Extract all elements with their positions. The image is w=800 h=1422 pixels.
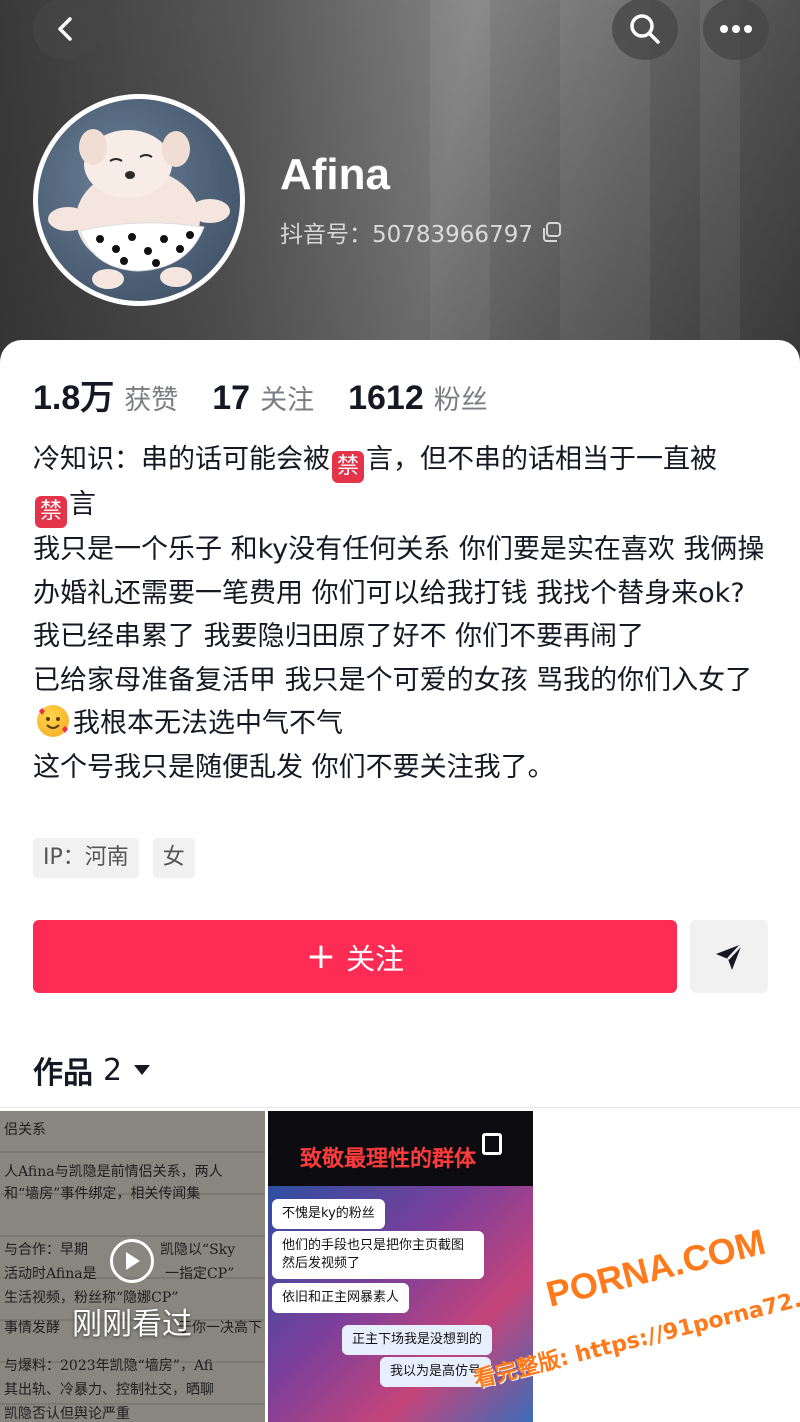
more-dots-icon [720,25,752,33]
send-icon [716,942,743,970]
puppy-illustration [48,129,230,289]
profile-header: Afina 抖音号：50783966797 [0,0,800,372]
works-count: 2 [103,1052,123,1088]
bio-text: 言 [69,489,96,520]
document-text: 事情发酵 [4,1320,60,1336]
works-label: 作品 [33,1056,93,1091]
follow-button[interactable]: + 关注 [33,920,677,993]
document-text: 与合作：早期 [4,1242,88,1258]
ban-emoji-icon: 禁 [332,451,364,483]
bio-text: 已给家母准备复活甲 我只是个可爱的女孩 骂我的你们入女了 [33,664,753,696]
document-text: 其出轨、冷暴力、控制社交，晒聊 [4,1382,214,1398]
video-title: 致敬最理性的群体 [300,1147,477,1172]
bio-text: 我根本无法选中气不气 [73,708,343,739]
bio: 冷知识：串的话可能会被禁言，但不串的话相当于一直被禁言 我只是一个乐子 和ky没… [33,438,773,789]
video-thumbnail[interactable]: 致敬最理性的群体 不愧是ky的粉丝 他们的手段也只是把你主页截图然后发视频了 依… [268,1111,533,1422]
avatar-image [38,99,240,301]
search-icon [630,14,660,44]
document-text: 一指定CP” [165,1266,235,1282]
avatar[interactable] [33,94,245,306]
watermark-main: PORNA.COM [542,1220,770,1315]
play-icon [110,1239,154,1283]
chat-bubble: 正主下场我是没想到的 [342,1325,493,1355]
bio-line: 冷知识：串的话可能会被禁言，但不串的话相当于一直被禁言 [33,438,773,528]
gender-tag: 女 [152,838,195,878]
recently-watched-label: 刚刚看过 [72,1307,192,1342]
chat-bubble: 依旧和正主网暴素人 [272,1283,410,1313]
document-text: 活动时Afina是 [4,1266,97,1282]
chat-bubble: 不愧是ky的粉丝 [272,1199,385,1229]
bio-text: 言，但不串的话相当于一直被 [366,444,717,475]
bio-line: 我已经串累了 我要隐归田原了好不 你们不要再闹了 [33,621,645,652]
document-text: 侣关系 [4,1122,46,1138]
douyin-id: 抖音号：50783966797 [280,222,533,248]
chat-bubble: 他们的手段也只是把你主页截图然后发视频了 [272,1231,484,1279]
following-label[interactable]: 关注 [260,378,314,417]
plus-icon: + [305,935,337,977]
back-button[interactable] [33,0,99,60]
tags-row: IP：河南 女 [33,838,195,878]
document-text: 凯隐以“Sky [160,1242,236,1258]
douyin-id-row[interactable]: 抖音号：50783966797 [280,215,563,249]
document-text: 和“墙房”事件绑定，相关传闻集 [4,1186,201,1202]
bio-text: 冷知识：串的话可能会被 [33,444,330,475]
more-button[interactable] [703,0,769,60]
profile-card: 1.8万 获赞 17 关注 1612 粉丝 冷知识：串的话可能会被禁言，但不串的… [0,340,800,1422]
share-button[interactable] [690,920,768,993]
multi-image-icon [482,1133,502,1155]
divider [0,1107,800,1108]
copy-icon[interactable] [541,221,563,243]
video-thumbnail[interactable]: 侣关系 人Afina与凯隐是前情侣关系，两人 和“墙房”事件绑定，相关传闻集 与… [0,1111,265,1422]
document-text: 人Afina与凯隐是前情侣关系，两人 [4,1164,223,1180]
works-tab[interactable]: 作品 2 [33,1048,152,1092]
ban-emoji-icon: 禁 [35,496,67,528]
chevron-left-icon [58,17,72,41]
ip-location-tag: IP：河南 [33,838,139,878]
following-count[interactable]: 17 [212,379,250,418]
bio-line: 这个号我只是随便乱发 你们不要关注我了。 [33,751,555,783]
document-text: 凯隐否认但舆论严重 [4,1406,130,1422]
search-button[interactable] [612,0,678,60]
stats-row: 1.8万 获赞 17 关注 1612 粉丝 [33,370,522,419]
nickname: Afina [280,150,390,199]
triangle-down-icon[interactable] [132,1063,152,1077]
likes-label[interactable]: 获赞 [124,378,178,417]
likes-count[interactable]: 1.8万 [33,370,114,419]
chat-bubble: 我以为是高仿号 [380,1357,492,1387]
followers-label[interactable]: 粉丝 [434,378,488,417]
bio-line: 已给家母准备复活甲 我只是个可爱的女孩 骂我的你们入女了我根本无法选中气不气 [33,659,773,746]
bio-line: 我只是一个乐子 和ky没有任何关系 你们要是实在喜欢 我俩操办婚礼还需要一笔费用… [33,534,765,609]
smiling-face-with-hearts-icon [37,705,69,737]
followers-count[interactable]: 1612 [348,379,424,418]
document-text: 与爆料：2023年凯隐“墙房”，Afi [4,1358,214,1374]
follow-button-label: 关注 [346,941,405,976]
